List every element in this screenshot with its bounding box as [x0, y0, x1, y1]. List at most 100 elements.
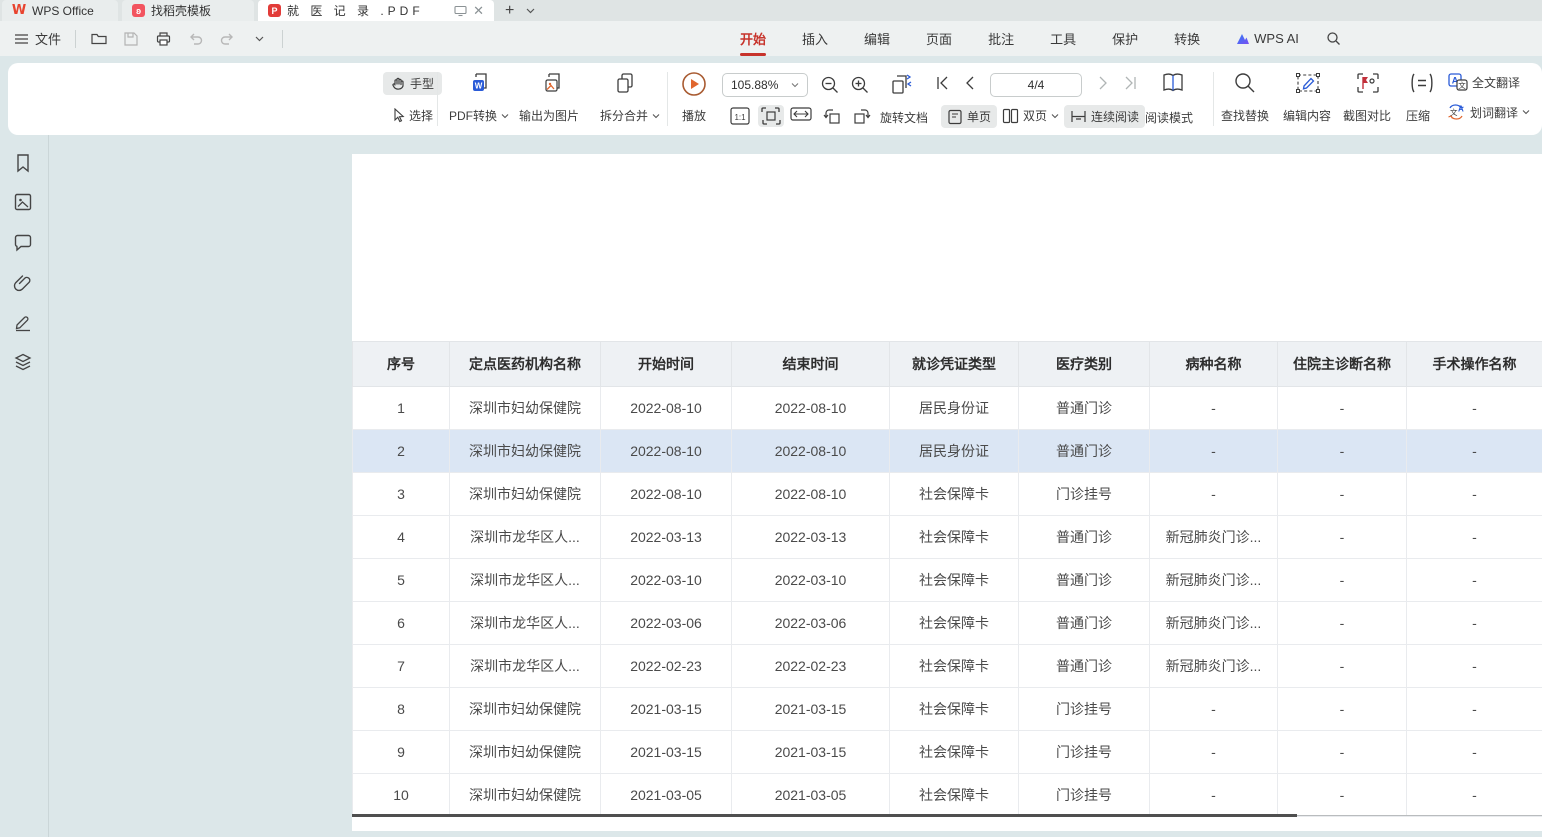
redo-icon[interactable] [218, 30, 236, 48]
tab-document-pdf[interactable]: P 就 医 记 录 .PDF ✕ [258, 0, 494, 21]
table-cell: 2022-08-10 [732, 387, 890, 430]
rotate-right-icon[interactable] [852, 107, 872, 125]
table-cell: 深圳市龙华区人... [450, 559, 601, 602]
play-icon[interactable] [681, 71, 707, 97]
header-cell: 结束时间 [732, 342, 890, 387]
thumbnail-icon[interactable] [13, 192, 33, 212]
chevron-down-icon [652, 112, 660, 120]
pdf-page[interactable]: 序号 定点医药机构名称 开始时间 结束时间 就诊凭证类型 医疗类别 病种名称 住… [352, 154, 1542, 831]
menu-tools[interactable]: 工具 [1040, 25, 1086, 52]
actual-size-icon[interactable]: 1:1 [730, 107, 750, 125]
table-cell: 深圳市龙华区人... [450, 602, 601, 645]
table-cell: 2022-03-13 [732, 516, 890, 559]
zoom-level-value: 105.88% [731, 78, 778, 92]
hand-tool-button[interactable]: 手型 [383, 72, 442, 95]
edit-content-button[interactable]: 编辑内容 [1283, 107, 1331, 124]
screenshot-compare-button[interactable]: 截图对比 [1343, 107, 1391, 124]
more-actions-chevron-icon[interactable] [250, 30, 268, 48]
menu-convert[interactable]: 转换 [1164, 25, 1210, 52]
undo-icon[interactable] [186, 30, 204, 48]
divider [1213, 72, 1214, 126]
play-button[interactable]: 播放 [682, 107, 706, 124]
zoom-out-icon[interactable] [820, 75, 840, 95]
continuous-read-button[interactable]: 连续阅读 [1064, 105, 1145, 128]
replace-pages-icon[interactable] [888, 72, 914, 98]
tab-wps-office[interactable]: W WPS Office [2, 0, 118, 21]
table-cell: - [1407, 688, 1542, 731]
chevron-down-icon [1522, 108, 1530, 116]
menu-insert[interactable]: 插入 [792, 25, 838, 52]
table-cell: 9 [353, 731, 450, 774]
word-translate-label: 划词翻译 [1470, 104, 1518, 121]
comment-icon[interactable] [13, 233, 33, 253]
table-cell: 10 [353, 774, 450, 817]
menu-home[interactable]: 开始 [730, 25, 776, 52]
first-page-icon[interactable] [936, 76, 950, 90]
new-tab-icon[interactable]: + [505, 3, 514, 19]
wps-logo-icon: W [12, 4, 26, 18]
menu-annotate[interactable]: 批注 [978, 25, 1024, 52]
table-cell: 普通门诊 [1019, 559, 1150, 602]
file-menu-button[interactable]: 文件 [12, 29, 61, 48]
table-cell: - [1407, 387, 1542, 430]
rotate-left-icon[interactable] [822, 107, 842, 125]
menu-edit[interactable]: 编辑 [854, 25, 900, 52]
export-image-button[interactable]: 输出为图片 [519, 107, 579, 124]
full-translate-button[interactable]: A文 全文翻译 [1448, 73, 1520, 91]
close-tab-icon[interactable]: ✕ [473, 3, 484, 19]
find-replace-button[interactable]: 查找替换 [1221, 107, 1269, 124]
bookmark-icon[interactable] [13, 153, 33, 173]
table-row: 8深圳市妇幼保健院2021-03-152021-03-15社会保障卡门诊挂号--… [353, 688, 1542, 731]
split-merge-label: 拆分合并 [600, 107, 648, 124]
open-folder-icon[interactable] [90, 30, 108, 48]
select-tool-button[interactable]: 选择 [385, 104, 439, 127]
fit-width-icon[interactable] [790, 107, 812, 125]
table-cell: 深圳市龙华区人... [450, 645, 601, 688]
fit-page-icon[interactable] [758, 105, 784, 127]
read-mode-button[interactable]: 阅读模式 [1145, 109, 1193, 126]
word-translate-button[interactable]: 文A 划词翻译 [1446, 103, 1530, 121]
table-cell: - [1278, 688, 1407, 731]
table-cell: 社会保障卡 [890, 473, 1019, 516]
table-cell: - [1407, 602, 1542, 645]
signature-icon[interactable] [13, 312, 33, 332]
table-cell: 新冠肺炎门诊... [1150, 559, 1278, 602]
menu-page[interactable]: 页面 [916, 25, 962, 52]
wps-pdf-window: W WPS Office ʚ 找稻壳模板 P 就 医 记 录 .PDF ✕ + [0, 0, 1542, 837]
tab-list-chevron-icon[interactable] [526, 8, 535, 14]
zoom-level-select[interactable]: 105.88% [722, 73, 808, 97]
menu-search-icon[interactable] [1325, 30, 1343, 48]
table-header-row: 序号 定点医药机构名称 开始时间 结束时间 就诊凭证类型 医疗类别 病种名称 住… [353, 342, 1542, 387]
table-cell: - [1150, 774, 1278, 817]
split-merge-button[interactable]: 拆分合并 [600, 107, 660, 124]
table-cell: - [1407, 774, 1542, 817]
compress-button[interactable]: 压缩 [1406, 107, 1430, 124]
last-page-icon[interactable] [1123, 76, 1137, 90]
next-page-icon[interactable] [1098, 76, 1108, 90]
layers-icon[interactable] [13, 352, 33, 372]
rotate-doc-button[interactable]: 旋转文档 [880, 109, 928, 126]
table-cell: 普通门诊 [1019, 645, 1150, 688]
single-page-button[interactable]: 单页 [941, 105, 997, 128]
save-icon[interactable] [122, 30, 140, 48]
table-cell: - [1407, 473, 1542, 516]
print-icon[interactable] [154, 30, 172, 48]
tab-label: 就 医 记 录 .PDF [287, 2, 424, 19]
table-cell: - [1150, 473, 1278, 516]
previous-page-icon[interactable] [965, 76, 975, 90]
read-mode-icon[interactable] [1160, 70, 1186, 96]
tab-docer-templates[interactable]: ʚ 找稻壳模板 [122, 0, 254, 21]
page-number-input[interactable]: 4/4 [990, 73, 1082, 97]
pdf-convert-button[interactable]: PDF转换 [449, 107, 509, 124]
table-cell: 深圳市妇幼保健院 [450, 387, 601, 430]
table-row: 3深圳市妇幼保健院2022-08-102022-08-10社会保障卡门诊挂号--… [353, 473, 1542, 516]
zoom-in-icon[interactable] [850, 75, 870, 95]
menu-wps-ai[interactable]: WPS AI [1226, 27, 1309, 50]
table-cell: - [1278, 516, 1407, 559]
table-cell: - [1407, 731, 1542, 774]
double-page-button[interactable]: 双页 [1002, 107, 1059, 124]
monitor-icon[interactable] [453, 4, 467, 18]
table-row: 10深圳市妇幼保健院2021-03-052021-03-05社会保障卡门诊挂号-… [353, 774, 1542, 817]
menu-protect[interactable]: 保护 [1102, 25, 1148, 52]
attachment-icon[interactable] [13, 273, 33, 293]
